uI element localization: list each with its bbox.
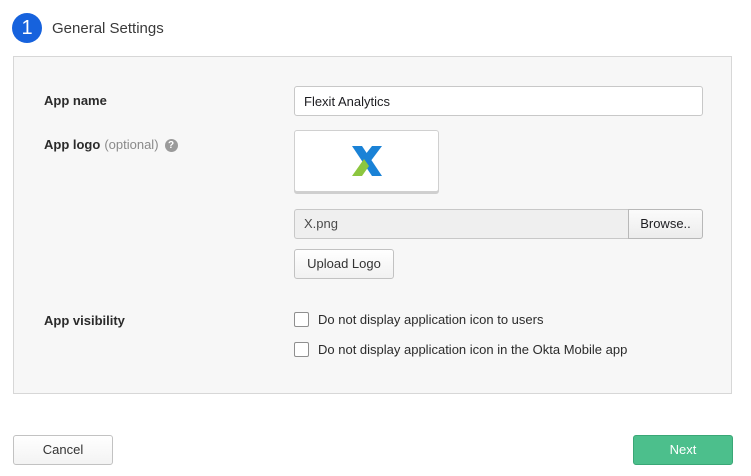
app-logo-label: App logo (optional)? <box>44 137 178 152</box>
hide-icon-mobile-checkbox[interactable] <box>294 342 309 357</box>
cancel-button[interactable]: Cancel <box>13 435 113 465</box>
hide-icon-users-checkbox[interactable] <box>294 312 309 327</box>
visibility-option-users[interactable]: Do not display application icon to users <box>294 312 543 327</box>
app-name-label: App name <box>44 93 107 108</box>
section-title: General Settings <box>52 19 164 37</box>
step-number-badge: 1 <box>12 13 42 43</box>
step-header: 1 General Settings <box>12 12 164 44</box>
browse-button[interactable]: Browse.. <box>628 209 703 239</box>
file-picker: X.png Browse.. <box>294 209 703 239</box>
help-icon[interactable]: ? <box>164 139 178 152</box>
app-visibility-label: App visibility <box>44 313 125 328</box>
app-name-label-text: App name <box>44 93 107 108</box>
app-name-input[interactable] <box>294 86 703 116</box>
general-settings-panel: App name App logo(optional)? X.png Brows… <box>13 56 732 394</box>
checkbox-label: Do not display application icon in the O… <box>318 342 628 357</box>
checkbox-label: Do not display application icon to users <box>318 312 544 327</box>
visibility-option-mobile[interactable]: Do not display application icon in the O… <box>294 342 627 357</box>
app-visibility-label-text: App visibility <box>44 313 125 328</box>
file-name-field[interactable]: X.png <box>294 209 629 239</box>
upload-logo-button[interactable]: Upload Logo <box>294 249 394 279</box>
app-logo-label-text: App logo <box>44 137 101 152</box>
optional-hint: (optional) <box>104 137 159 152</box>
x-logo-icon <box>351 146 382 176</box>
logo-preview <box>294 130 439 192</box>
next-button[interactable]: Next <box>633 435 733 465</box>
